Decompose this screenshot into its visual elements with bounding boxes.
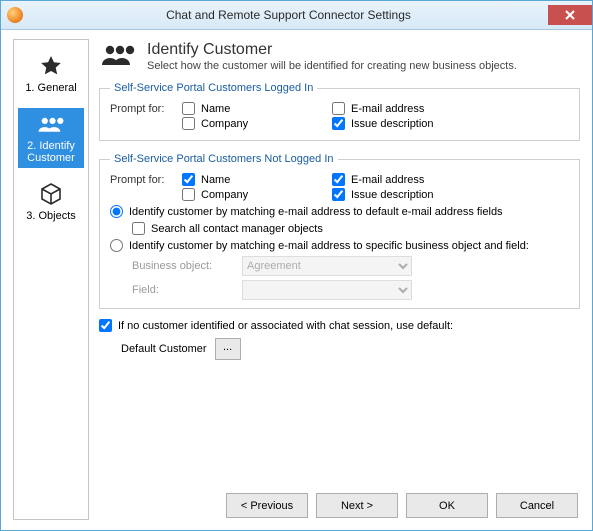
checkbox-name[interactable] [182,102,195,115]
checkbox-search-all[interactable] [132,222,145,235]
label-company: Company [201,118,248,130]
step-label: 3. Objects [26,210,76,222]
people-icon [37,112,65,136]
close-icon [565,10,575,20]
wizard-footer: < Previous Next > OK Cancel [226,493,578,518]
checkbox-email[interactable] [332,102,345,115]
step-label: 1. General [25,82,76,94]
label-search-all: Search all contact manager objects [151,223,323,235]
select-business-object[interactable]: Agreement [242,256,412,276]
titlebar: Chat and Remote Support Connector Settin… [1,1,592,30]
select-field[interactable] [242,280,412,300]
step-general[interactable]: 1. General [18,50,84,98]
checkbox-email[interactable] [332,173,345,186]
checkbox-name[interactable] [182,173,195,186]
main-panel: Identify Customer Select how the custome… [99,39,580,520]
radio-match-specific[interactable] [110,239,123,252]
label-field: Field: [132,284,232,296]
cube-icon [37,182,65,206]
ok-button[interactable]: OK [406,493,488,518]
group-not-logged-in: Self-Service Portal Customers Not Logged… [99,153,580,309]
page-subtitle: Select how the customer will be identifi… [147,60,517,72]
label-name: Name [201,103,230,115]
label-issue: Issue description [351,189,434,201]
window-title: Chat and Remote Support Connector Settin… [29,8,548,22]
people-icon [101,41,137,67]
page-header: Identify Customer Select how the custome… [101,41,580,72]
radio-match-default[interactable] [110,205,123,218]
app-icon [7,7,23,23]
label-business-object: Business object: [132,260,232,272]
step-identify-customer[interactable]: 2. Identify Customer [18,108,84,168]
label-match-specific: Identify customer by matching e-mail add… [129,240,529,252]
prompt-for-label: Prompt for: [110,103,174,115]
group-legend: Self-Service Portal Customers Logged In [110,82,317,94]
checkbox-company[interactable] [182,188,195,201]
label-match-default: Identify customer by matching e-mail add… [129,206,503,218]
checkbox-issue[interactable] [332,117,345,130]
cancel-button[interactable]: Cancel [496,493,578,518]
wizard-sidebar: 1. General 2. Identify Customer 3. Objec… [13,39,89,520]
settings-window: Chat and Remote Support Connector Settin… [0,0,593,531]
star-icon [37,54,65,78]
checkbox-use-default[interactable] [99,319,112,332]
step-objects[interactable]: 3. Objects [18,178,84,226]
checkbox-issue[interactable] [332,188,345,201]
close-button[interactable] [548,5,592,25]
group-logged-in: Self-Service Portal Customers Logged In … [99,82,580,141]
label-use-default: If no customer identified or associated … [118,320,453,332]
label-default-customer: Default Customer [121,343,207,355]
page-title: Identify Customer [147,41,517,59]
prompt-for-label: Prompt for: [110,174,174,186]
label-company: Company [201,189,248,201]
browse-default-customer-button[interactable]: ... [215,338,241,360]
checkbox-company[interactable] [182,117,195,130]
label-issue: Issue description [351,118,434,130]
label-name: Name [201,174,230,186]
next-button[interactable]: Next > [316,493,398,518]
label-email: E-mail address [351,103,424,115]
step-label: 2. Identify Customer [18,140,84,164]
group-legend: Self-Service Portal Customers Not Logged… [110,153,338,165]
previous-button[interactable]: < Previous [226,493,308,518]
label-email: E-mail address [351,174,424,186]
